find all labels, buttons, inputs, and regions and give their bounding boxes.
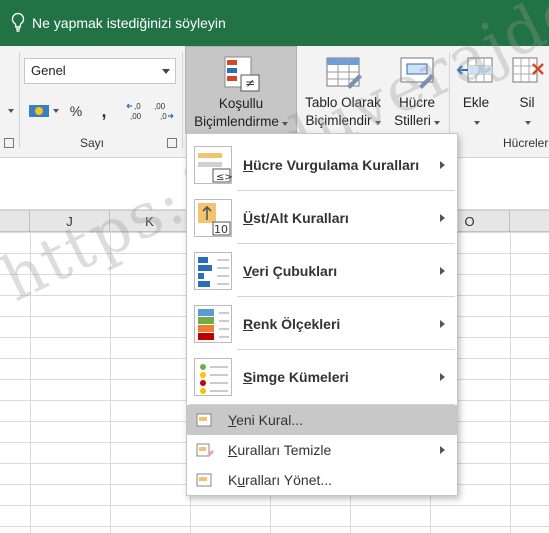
column-header-k[interactable]: K [110, 211, 190, 232]
menu-item-clear-rules[interactable]: Kuralları Temizle [187, 435, 457, 465]
conditional-formatting-line2: Biçimlendirme [194, 114, 279, 129]
cell-styles-line2: Stilleri [394, 113, 431, 128]
menu-item-label: Yeni Kural... [228, 412, 303, 428]
format-as-table-line2: Biçimlendir [305, 113, 372, 128]
menu-item-label: Simge Kümeleri [243, 368, 349, 385]
highlight-cells-icon: ≤> [194, 145, 233, 184]
menu-item-manage-rules[interactable]: Kuralları Yönet... [187, 465, 457, 495]
conditional-formatting-icon: ≠ [224, 56, 260, 92]
submenu-arrow-icon [440, 446, 445, 454]
menu-item-top-bottom-rules[interactable]: 10 Üst/Alt Kuralları [187, 191, 457, 244]
svg-text:,00: ,00 [130, 112, 142, 121]
column-header-j[interactable]: J [30, 211, 110, 232]
format-as-table-icon [326, 57, 362, 89]
top-bottom-icon: 10 [194, 198, 232, 237]
number-group-label: Sayı [80, 136, 105, 150]
menu-item-label: Üst/Alt Kuralları [243, 209, 349, 226]
menu-item-highlight-cells-rules[interactable]: ≤> Hücre Vurgulama Kuralları [187, 138, 457, 191]
menu-item-new-rule[interactable]: Yeni Kural... [187, 405, 457, 435]
svg-text:10: 10 [214, 223, 228, 236]
menu-item-color-scales[interactable]: Renk Ölçekleri [187, 297, 457, 350]
number-format-select[interactable]: Genel [24, 58, 176, 84]
cell-styles-line1: Hücre [398, 95, 435, 110]
insert-cells-button[interactable]: Ekle [452, 46, 500, 134]
menu-item-label: Kuralları Temizle [228, 442, 332, 458]
increase-decimal-icon: ,0 ,00 [126, 102, 142, 121]
column-header-partial[interactable] [0, 211, 30, 232]
conditional-formatting-button[interactable]: ≠ Koşullu Biçimlendirme [185, 46, 297, 134]
tell-me-text: Ne yapmak istediğinizi söyleyin [32, 15, 226, 31]
submenu-arrow-icon [440, 213, 445, 222]
clear-rules-icon [196, 443, 214, 458]
menu-item-label: Renk Ölçekleri [243, 315, 341, 332]
menu-item-label: Kuralları Yönet... [228, 472, 333, 488]
decrease-decimal-button[interactable]: ,00 ,0 [152, 100, 174, 122]
svg-text:≠: ≠ [245, 76, 255, 90]
format-as-table-button[interactable]: Tablo Olarak Biçimlendir [298, 46, 388, 134]
delete-cells-button[interactable]: Sil [504, 46, 549, 134]
svg-text:,00: ,00 [154, 102, 166, 111]
decrease-decimal-icon: ,00 ,0 [154, 102, 174, 121]
accounting-format-button[interactable] [26, 100, 60, 122]
cell-styles-button[interactable]: Hücre Stilleri [390, 46, 444, 134]
svg-text:,0: ,0 [134, 102, 141, 111]
icon-sets-icon [194, 357, 232, 396]
new-rule-icon [196, 413, 214, 427]
format-as-table-line1: Tablo Olarak [305, 95, 381, 110]
number-format-value: Genel [31, 63, 66, 78]
percent-label: % [69, 103, 83, 119]
alignment-launcher-icon[interactable] [4, 138, 14, 148]
insert-label: Ekle [462, 95, 490, 110]
submenu-arrow-icon [440, 266, 445, 275]
conditional-formatting-menu: ≤> Hücre Vurgulama Kuralları 10 Üst/Alt … [186, 133, 458, 496]
submenu-arrow-icon [440, 160, 445, 169]
insert-cells-icon [456, 57, 493, 83]
number-launcher-icon[interactable] [167, 138, 177, 148]
delete-cells-icon [512, 57, 544, 83]
percent-style-button[interactable]: % [66, 100, 86, 122]
svg-text:,0: ,0 [160, 112, 167, 121]
menu-item-label: Veri Çubukları [243, 262, 338, 279]
svg-text:≤>: ≤> [216, 172, 233, 183]
increase-decimal-button[interactable]: ,0 ,00 [126, 100, 148, 122]
comma-style-button[interactable]: , [96, 100, 112, 122]
data-bars-icon [194, 251, 232, 290]
currency-icon [28, 105, 49, 117]
manage-rules-icon [196, 473, 214, 487]
menu-item-data-bars[interactable]: Veri Çubukları [187, 244, 457, 297]
delete-label: Sil [519, 95, 535, 110]
tell-me-bar[interactable]: Ne yapmak istediğinizi söyleyin [0, 0, 549, 46]
color-scales-icon [194, 304, 232, 343]
column-header-partial-right[interactable] [510, 211, 549, 232]
submenu-arrow-icon [440, 319, 445, 328]
cells-group-label: Hücreler [503, 136, 549, 150]
partial-dropdown[interactable] [2, 100, 16, 122]
chevron-down-icon [162, 69, 170, 74]
comma-label: , [101, 100, 107, 121]
menu-item-label: Hücre Vurgulama Kuralları [243, 156, 420, 173]
lightbulb-icon [11, 12, 25, 32]
conditional-formatting-line1: Koşullu [218, 96, 264, 111]
submenu-arrow-icon [440, 372, 445, 381]
menu-item-icon-sets[interactable]: Simge Kümeleri [187, 350, 457, 403]
cell-styles-icon [400, 57, 434, 89]
